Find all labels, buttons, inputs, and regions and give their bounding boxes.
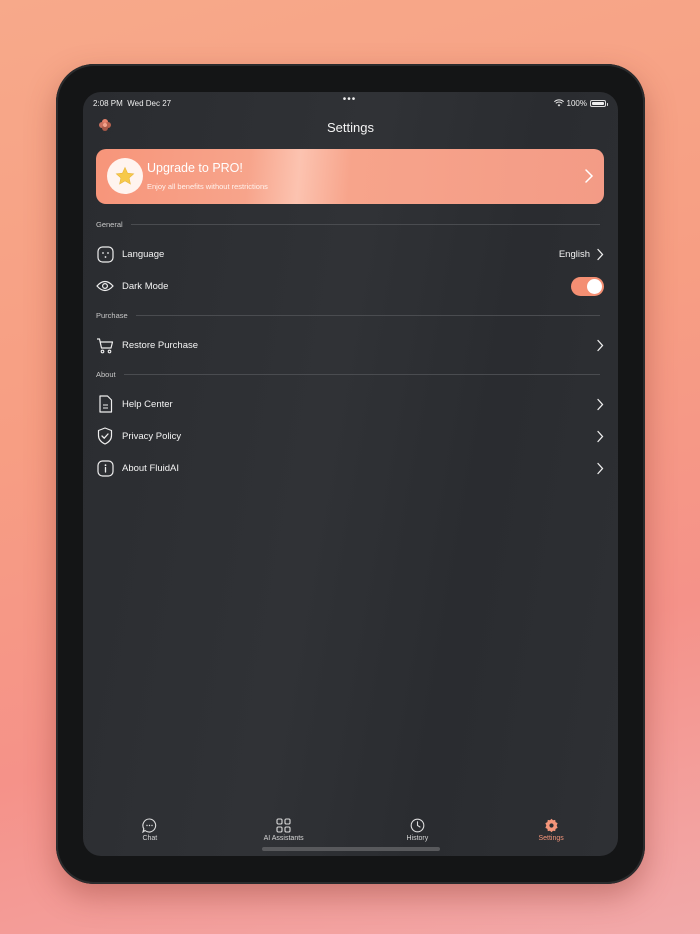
restore-purchase-row[interactable]: Restore Purchase	[96, 333, 604, 357]
status-time: 2:08 PM Wed Dec 27	[93, 98, 172, 108]
tab-settings-label: Settings	[538, 835, 564, 842]
chat-bubble-icon	[142, 818, 157, 833]
cart-icon	[96, 336, 114, 354]
tab-chat[interactable]: Chat	[83, 808, 217, 856]
dark-mode-label: Dark Mode	[122, 280, 169, 292]
tab-chat-label: Chat	[142, 835, 158, 842]
battery-icon	[590, 99, 608, 107]
language-label: Language	[122, 248, 165, 260]
status-bar: 2:08 PM Wed Dec 27 ••• 100%	[93, 94, 608, 110]
document-icon	[96, 395, 114, 413]
section-purchase: Purchase	[96, 310, 600, 320]
chevron-right-icon	[597, 462, 604, 474]
home-indicator	[261, 847, 440, 851]
upgrade-pro-banner[interactable]: Upgrade to PRO! Enjoy all benefits witho…	[96, 149, 604, 204]
help-center-row[interactable]: Help Center	[96, 392, 604, 416]
help-center-label: Help Center	[122, 398, 173, 410]
wifi-icon	[553, 99, 564, 107]
language-value: English	[558, 248, 590, 260]
tab-ai-assistants-label: AI Assistants	[263, 835, 304, 842]
page-title: Settings	[327, 120, 374, 135]
info-icon	[96, 459, 114, 477]
grid-icon	[276, 818, 291, 833]
restore-purchase-label: Restore Purchase	[122, 339, 199, 351]
multitask-dots[interactable]: •••	[343, 94, 357, 105]
chevron-right-icon	[585, 169, 594, 183]
privacy-policy-label: Privacy Policy	[122, 430, 182, 442]
chevron-right-icon	[597, 339, 604, 351]
language-row[interactable]: Language English	[96, 242, 604, 266]
upgrade-subtitle: Enjoy all benefits without restrictions	[147, 182, 268, 191]
dark-mode-row: Dark Mode	[96, 274, 604, 298]
eye-icon	[96, 277, 114, 295]
privacy-policy-row[interactable]: Privacy Policy	[96, 424, 604, 448]
section-general: General	[96, 219, 600, 229]
star-icon	[107, 158, 143, 194]
tab-history-label: History	[406, 835, 429, 842]
language-icon	[96, 245, 114, 263]
about-app-label: About FluidAI	[122, 462, 180, 474]
dark-mode-toggle[interactable]	[571, 276, 604, 296]
shield-check-icon	[96, 427, 114, 445]
chevron-right-icon	[597, 398, 604, 410]
gear-icon	[545, 818, 558, 833]
battery-percent: 100%	[566, 98, 587, 108]
section-about: About	[96, 369, 600, 379]
upgrade-title: Upgrade to PRO!	[147, 161, 243, 175]
about-app-row[interactable]: About FluidAI	[96, 456, 604, 480]
clock-icon	[410, 818, 425, 833]
chevron-right-icon	[597, 430, 604, 442]
tab-settings[interactable]: Settings	[484, 808, 618, 856]
chevron-right-icon	[597, 248, 604, 260]
app-screen: 2:08 PM Wed Dec 27 ••• 100% Settings Upg…	[83, 92, 618, 856]
